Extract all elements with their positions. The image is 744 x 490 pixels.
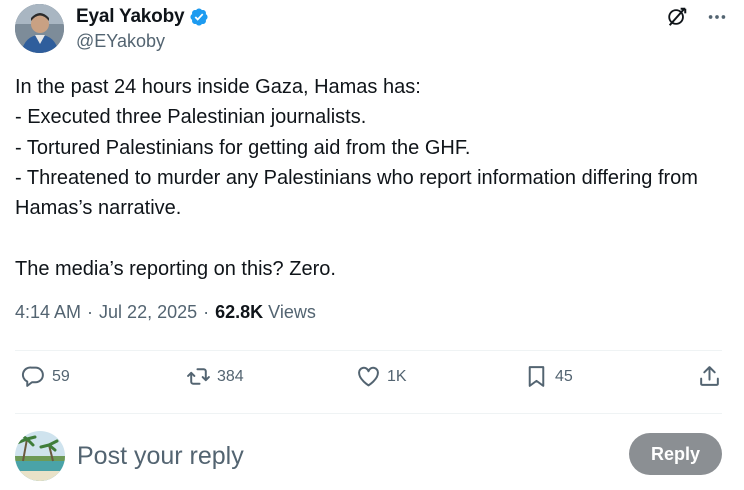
tweet-header: Eyal Yakoby @EYakoby	[15, 4, 728, 56]
reply-composer: Reply	[15, 431, 722, 483]
meta-separator: ·	[203, 302, 210, 322]
author-display-name[interactable]: Eyal Yakoby	[76, 6, 185, 28]
meta-separator: ·	[87, 302, 94, 322]
author-avatar[interactable]	[15, 4, 64, 53]
repost-count: 384	[217, 367, 244, 385]
reply-icon	[21, 364, 46, 389]
bookmark-count: 45	[555, 367, 573, 385]
views-label: Views	[268, 302, 316, 322]
header-actions	[666, 6, 728, 28]
divider	[15, 413, 722, 414]
user-avatar[interactable]	[15, 431, 65, 481]
tweet-meta: 4:14 AM · Jul 22, 2025 · 62.8K Views	[15, 302, 316, 323]
reply-count: 59	[52, 367, 70, 385]
repost-action-button[interactable]: 384	[186, 364, 244, 389]
tweet-time[interactable]: 4:14 AM	[15, 302, 81, 323]
reply-button[interactable]: Reply	[629, 433, 722, 475]
more-options-icon[interactable]	[706, 6, 728, 28]
like-count: 1K	[387, 367, 407, 385]
tweet-actions: 59 384 1K 45	[15, 364, 722, 396]
heart-icon	[356, 364, 381, 389]
views-count[interactable]: 62.8K	[215, 302, 263, 323]
author-handle[interactable]: @EYakoby	[76, 31, 209, 52]
bookmark-action-button[interactable]: 45	[524, 364, 573, 389]
tweet-text: In the past 24 hours inside Gaza, Hamas …	[15, 76, 698, 280]
author-info: Eyal Yakoby @EYakoby	[76, 6, 209, 52]
reply-action-button[interactable]: 59	[21, 364, 70, 389]
share-action-button[interactable]	[697, 364, 722, 389]
verified-badge-icon[interactable]	[189, 7, 209, 27]
repost-icon	[186, 364, 211, 389]
reply-input[interactable]	[77, 439, 497, 473]
tweet-date[interactable]: Jul 22, 2025	[99, 302, 197, 323]
share-icon	[697, 364, 722, 389]
like-action-button[interactable]: 1K	[356, 364, 407, 389]
divider	[15, 350, 722, 351]
bookmark-icon	[524, 364, 549, 389]
grok-icon[interactable]	[666, 6, 688, 28]
